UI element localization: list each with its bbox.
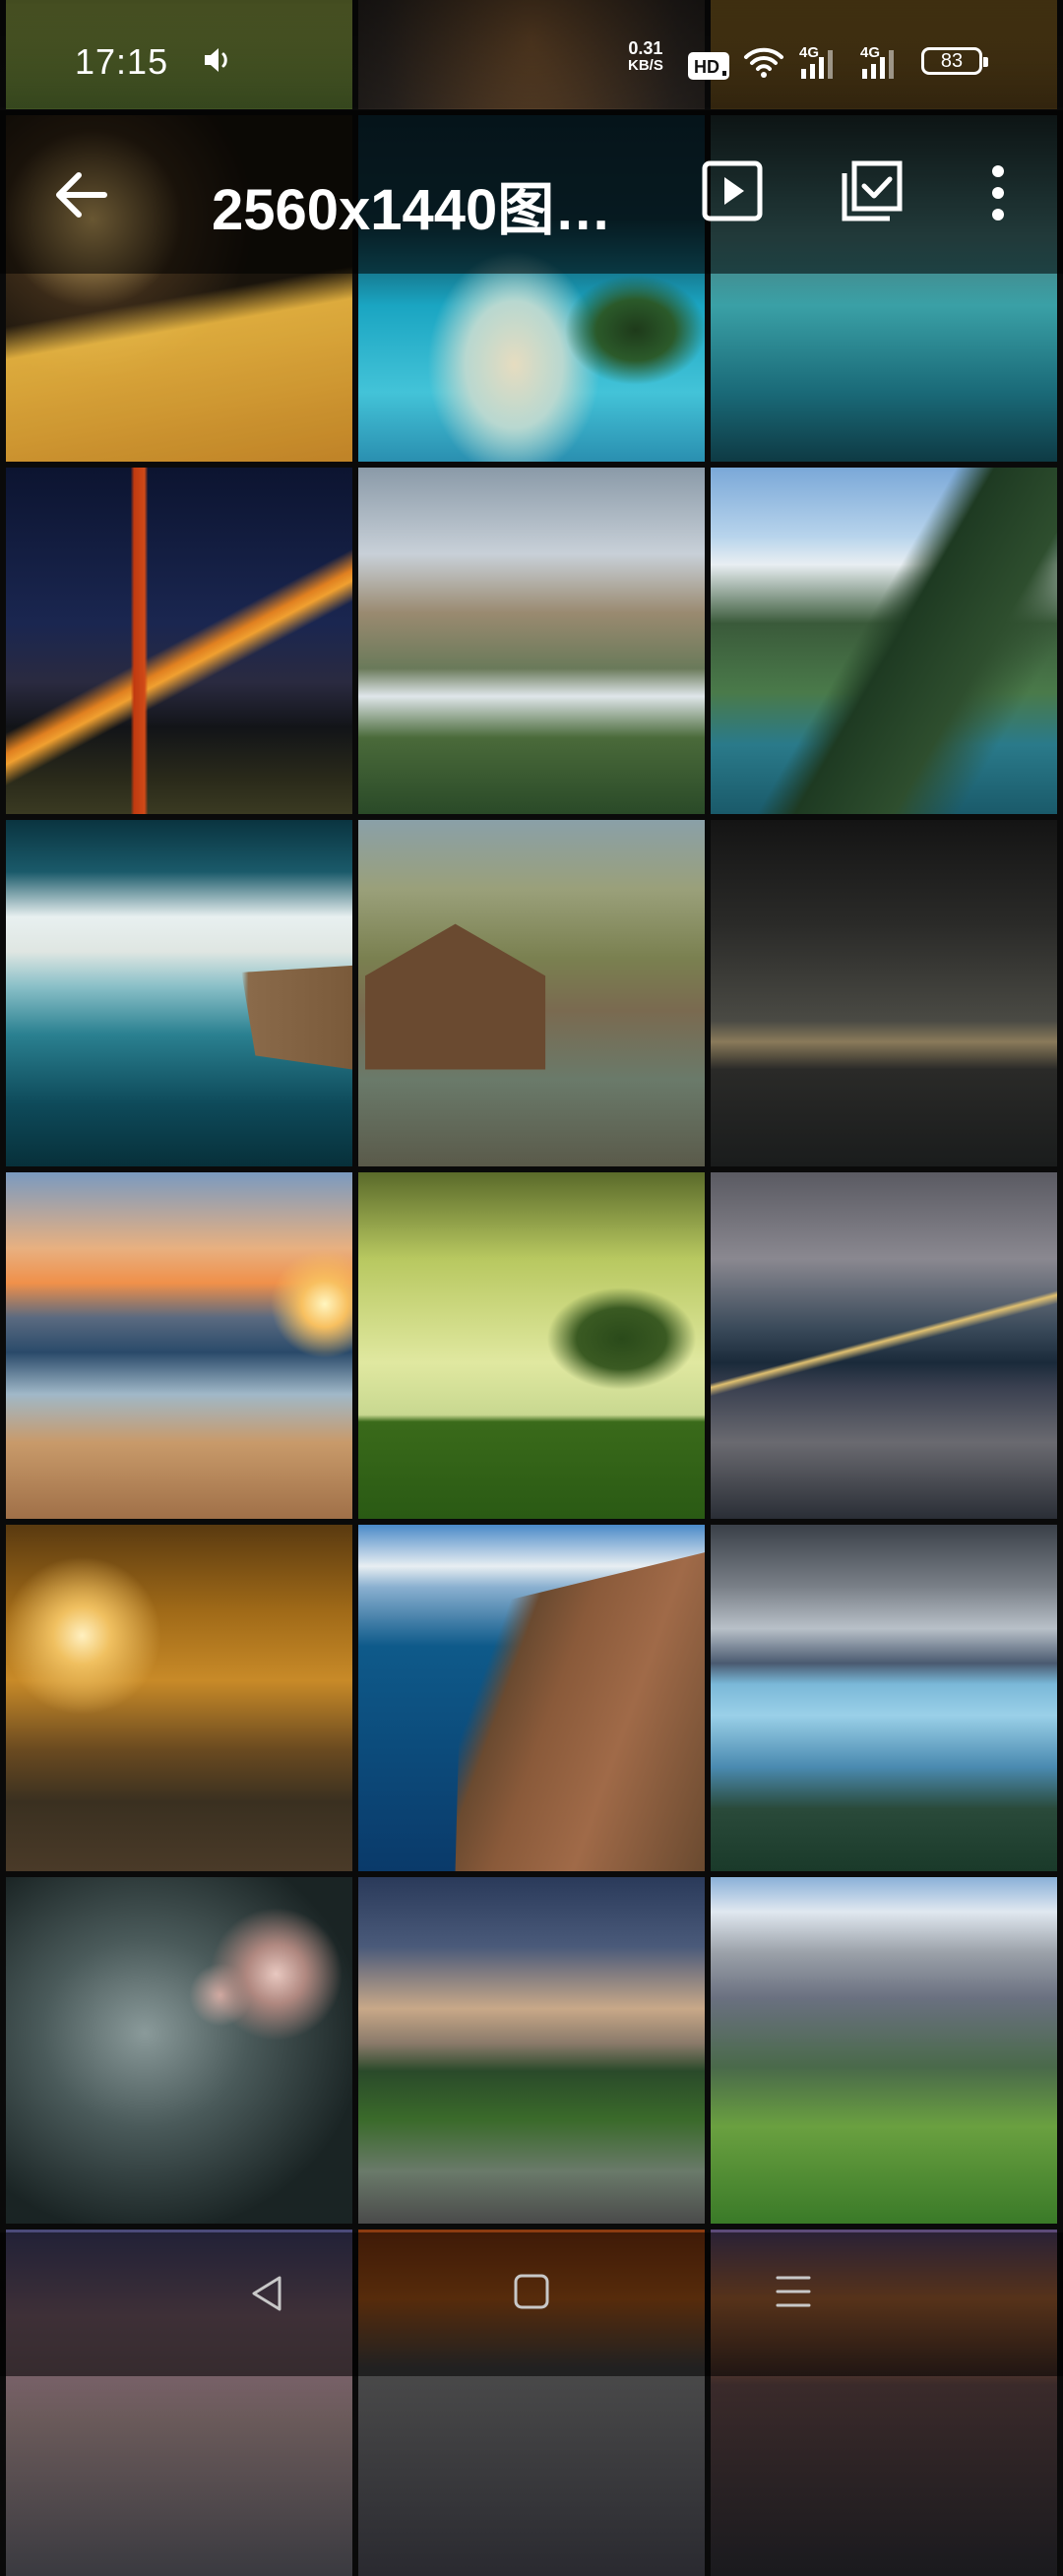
cellular-signal-icon: 4G bbox=[799, 44, 833, 79]
status-time: 17:15 bbox=[75, 41, 169, 82]
signal-1-label: 4G bbox=[799, 44, 819, 61]
play-slideshow-icon[interactable] bbox=[701, 159, 764, 222]
hd-badge-text: HD bbox=[694, 57, 719, 77]
battery-icon: 83 bbox=[921, 47, 988, 75]
thumbnail[interactable] bbox=[6, 1877, 352, 2224]
thumbnail[interactable] bbox=[6, 468, 352, 814]
hd-voice-icon: HD bbox=[688, 52, 729, 80]
thumbnail[interactable] bbox=[711, 1877, 1057, 2224]
navigation-bar bbox=[0, 2232, 1063, 2376]
thumbnail[interactable] bbox=[358, 1172, 705, 1519]
thumbnail[interactable] bbox=[6, 1525, 352, 1871]
thumbnail[interactable] bbox=[358, 820, 705, 1166]
thumbnail[interactable] bbox=[6, 1172, 352, 1519]
thumbnail[interactable] bbox=[711, 820, 1057, 1166]
network-speed-value: 0.31 bbox=[628, 38, 663, 58]
status-bar: 17:15 0.31 KB/S HD 4G 4G 83 bbox=[0, 0, 1063, 108]
thumbnail[interactable] bbox=[711, 1525, 1057, 1871]
thumbnail[interactable] bbox=[358, 468, 705, 814]
thumbnail[interactable] bbox=[711, 1172, 1057, 1519]
wifi-icon bbox=[744, 47, 783, 78]
nav-back-icon[interactable] bbox=[246, 2272, 289, 2315]
photo-grid bbox=[0, 0, 1063, 2576]
more-vert-icon[interactable] bbox=[984, 163, 1012, 222]
nav-menu-icon[interactable] bbox=[774, 2272, 813, 2311]
thumbnail[interactable] bbox=[6, 820, 352, 1166]
back-arrow-icon[interactable] bbox=[49, 163, 112, 226]
thumbnail[interactable] bbox=[358, 1877, 705, 2224]
cellular-signal-icon: 4G bbox=[860, 44, 894, 79]
network-speed-unit: KB/S bbox=[628, 57, 663, 74]
volume-icon bbox=[205, 48, 227, 72]
thumbnail[interactable] bbox=[358, 1525, 705, 1871]
select-check-icon[interactable] bbox=[841, 159, 904, 222]
network-speed: 0.31 KB/S bbox=[628, 39, 663, 75]
signal-2-label: 4G bbox=[860, 44, 880, 61]
album-title: 2560x1440图… bbox=[212, 178, 612, 242]
nav-home-icon[interactable] bbox=[512, 2272, 551, 2311]
thumbnail[interactable] bbox=[711, 468, 1057, 814]
top-toolbar: 2560x1440图… bbox=[0, 110, 1063, 274]
battery-level: 83 bbox=[940, 49, 964, 72]
